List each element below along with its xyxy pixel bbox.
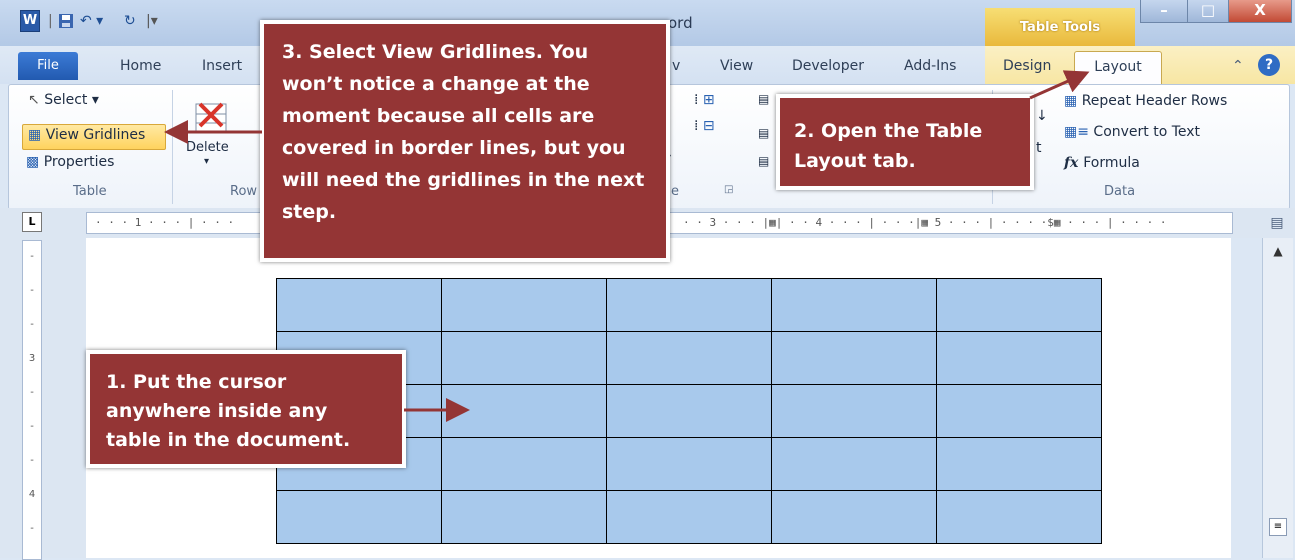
arrow-to-layout-tab	[1029, 70, 1090, 100]
callout-arrows	[164, 70, 1090, 422]
